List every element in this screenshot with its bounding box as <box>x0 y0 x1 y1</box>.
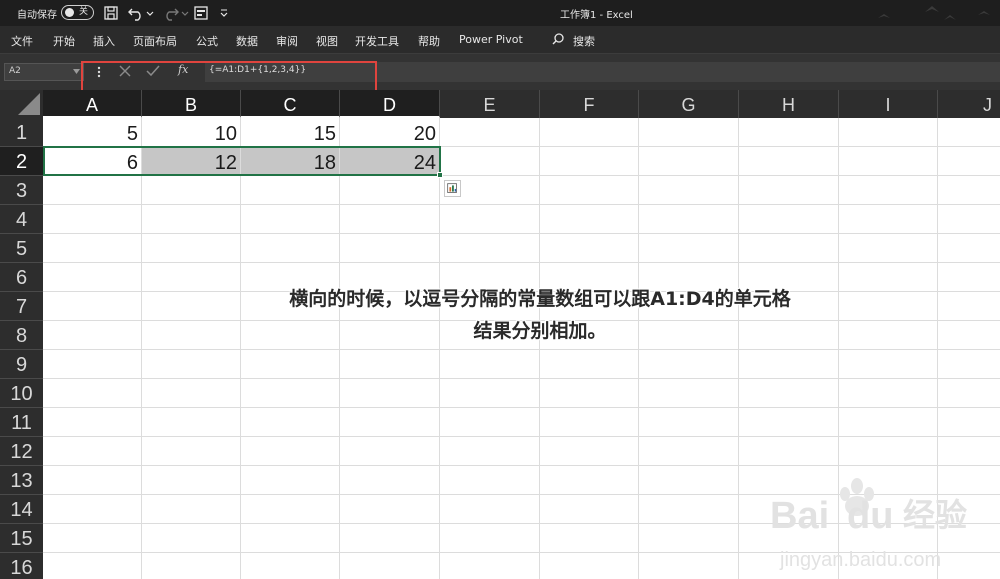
search-icon[interactable] <box>551 32 565 46</box>
row-header-7[interactable]: 7 <box>0 292 43 321</box>
worksheet-grid[interactable]: 5 10 15 20 6 12 18 24 <box>43 118 1000 579</box>
annotation-text: 横向的时候，以逗号分隔的常量数组可以跟A1:D4的单元格 结果分别相加。 <box>250 283 830 347</box>
tab-page-layout[interactable]: 页面布局 <box>133 33 177 49</box>
row-header-16[interactable]: 16 <box>0 553 43 579</box>
row-header-10[interactable]: 10 <box>0 379 43 408</box>
row-header-4[interactable]: 4 <box>0 205 43 234</box>
row-header-13[interactable]: 13 <box>0 466 43 495</box>
autosave-state: 关 <box>79 7 89 17</box>
annotation-line-2: 结果分别相加。 <box>473 320 607 342</box>
name-box-value: A2 <box>9 66 21 76</box>
row-header-3[interactable]: 3 <box>0 176 43 205</box>
column-headers: A B C D E F G H I J <box>0 90 1000 118</box>
selection-border <box>43 146 441 176</box>
cell-c1[interactable]: 15 <box>241 118 339 147</box>
column-header-c[interactable]: C <box>241 90 340 118</box>
column-header-g[interactable]: G <box>639 90 739 118</box>
autosave-toggle[interactable]: 关 <box>61 5 94 20</box>
cell-b1[interactable]: 10 <box>142 118 240 147</box>
redo-dropdown-icon[interactable] <box>181 5 189 21</box>
background-birds-decoration <box>878 6 990 20</box>
row-header-11[interactable]: 11 <box>0 408 43 437</box>
tab-file[interactable]: 文件 <box>11 33 33 49</box>
row-header-9[interactable]: 9 <box>0 350 43 379</box>
redo-icon[interactable] <box>162 5 180 21</box>
row-header-15[interactable]: 15 <box>0 524 43 553</box>
name-box[interactable]: A2 <box>4 63 84 81</box>
save-icon[interactable] <box>103 5 119 21</box>
row-header-5[interactable]: 5 <box>0 234 43 263</box>
title-bar: 自动保存 关 工作簿1 - Excel <box>0 0 1000 26</box>
row-headers: 1 2 3 4 5 6 7 8 9 10 11 12 13 14 15 16 <box>0 118 43 579</box>
select-all-button[interactable] <box>0 90 43 118</box>
fill-handle[interactable] <box>437 172 443 178</box>
cell-d1[interactable]: 20 <box>340 118 439 147</box>
column-header-j[interactable]: J <box>938 90 1000 118</box>
column-header-e[interactable]: E <box>440 90 540 118</box>
form-icon[interactable] <box>193 5 209 21</box>
autosave-label: 自动保存 <box>17 10 57 21</box>
column-header-h[interactable]: H <box>739 90 839 118</box>
column-header-i[interactable]: I <box>839 90 938 118</box>
window-title: 工作簿1 - Excel <box>560 10 633 21</box>
column-header-b[interactable]: B <box>142 90 241 118</box>
undo-dropdown-icon[interactable] <box>146 5 154 21</box>
annotation-line-1: 横向的时候，以逗号分隔的常量数组可以跟A1:D4的单元格 <box>289 288 791 310</box>
tab-view[interactable]: 视图 <box>316 33 338 49</box>
autosave-knob <box>65 8 74 17</box>
tab-data[interactable]: 数据 <box>236 33 258 49</box>
tab-help[interactable]: 帮助 <box>418 33 440 49</box>
chevron-down-icon[interactable] <box>73 69 80 75</box>
customize-icon[interactable] <box>219 5 229 21</box>
undo-icon[interactable] <box>127 5 145 21</box>
row-header-6[interactable]: 6 <box>0 263 43 292</box>
tab-insert[interactable]: 插入 <box>93 33 115 49</box>
tab-formulas[interactable]: 公式 <box>196 33 218 49</box>
column-header-d[interactable]: D <box>340 90 440 118</box>
row-header-2[interactable]: 2 <box>0 147 43 176</box>
tab-developer[interactable]: 开发工具 <box>355 33 399 49</box>
quick-analysis-icon[interactable] <box>444 180 461 197</box>
tab-review[interactable]: 审阅 <box>276 33 298 49</box>
row-header-14[interactable]: 14 <box>0 495 43 524</box>
row-header-1[interactable]: 1 <box>0 118 43 147</box>
cell-a1[interactable]: 5 <box>43 118 141 147</box>
row-header-12[interactable]: 12 <box>0 437 43 466</box>
ribbon-tabs: 文件 开始 插入 页面布局 公式 数据 审阅 视图 开发工具 帮助 Power … <box>0 26 1000 54</box>
search-box[interactable]: 搜索 <box>573 33 595 49</box>
column-header-f[interactable]: F <box>540 90 639 118</box>
tab-home[interactable]: 开始 <box>53 33 75 49</box>
column-header-a[interactable]: A <box>43 90 142 118</box>
tab-power-pivot[interactable]: Power Pivot <box>459 33 523 46</box>
row-header-8[interactable]: 8 <box>0 321 43 350</box>
